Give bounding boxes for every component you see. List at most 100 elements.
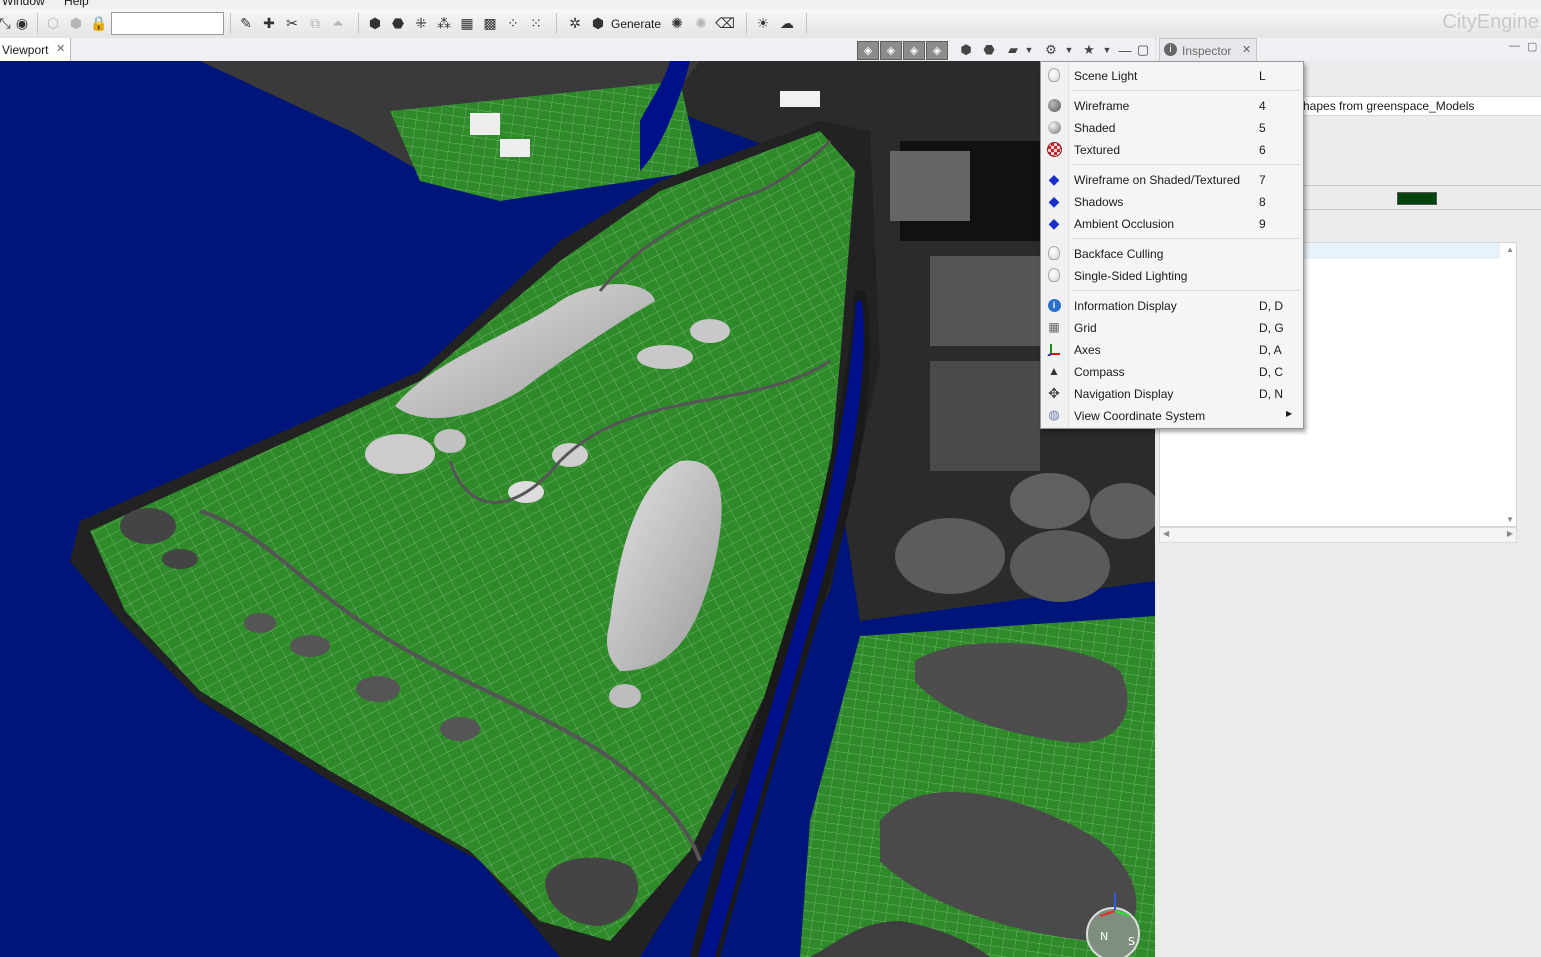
shape-icon[interactable]: ⬢ xyxy=(366,14,384,32)
generate-icon[interactable]: ⬢ xyxy=(589,14,607,32)
viewport-3d[interactable]: N S xyxy=(0,61,1155,957)
menu-item-shaded[interactable]: Shaded 5 xyxy=(1041,116,1303,138)
pond xyxy=(690,319,730,343)
pit xyxy=(244,613,276,633)
frame-icon[interactable]: ⬣ xyxy=(980,41,998,59)
scroll-left-icon[interactable]: ◀ xyxy=(1163,529,1169,538)
star-icon[interactable]: ★ xyxy=(1080,41,1098,59)
cube-icon[interactable]: ⬢ xyxy=(67,14,85,32)
rule-icon[interactable]: ✲ xyxy=(566,14,584,32)
select-tool-icon[interactable]: ⤡ xyxy=(0,14,14,32)
generate-button[interactable]: Generate xyxy=(611,17,661,31)
menu-item-single-sided-lighting[interactable]: Single-Sided Lighting xyxy=(1041,264,1303,286)
menu-item-shadows[interactable]: ◆ Shadows 8 xyxy=(1041,190,1303,212)
close-icon[interactable]: ✕ xyxy=(56,42,65,55)
menu-window[interactable]: Window xyxy=(2,0,45,8)
lots-icon[interactable]: ▩ xyxy=(481,14,499,32)
menu-item-textured[interactable]: Textured 6 xyxy=(1041,138,1303,160)
building-white xyxy=(470,113,500,135)
toolbar-separator xyxy=(37,13,38,34)
refresh-icon[interactable]: ◉ xyxy=(13,14,31,32)
pond xyxy=(434,429,466,453)
menu-item-wireframe-on-shaded[interactable]: ◆ Wireframe on Shaded/Textured 7 xyxy=(1041,168,1303,190)
pit xyxy=(440,717,480,741)
layer-icon[interactable]: ⬡ xyxy=(44,14,62,32)
reset-icon[interactable]: ✺ xyxy=(692,14,710,32)
menu-item-scene-light[interactable]: Scene Light L xyxy=(1041,64,1303,86)
blocks-icon[interactable]: ▦ xyxy=(458,14,476,32)
chevron-down-icon[interactable]: ▼ xyxy=(1020,41,1038,59)
tab-viewport[interactable]: Viewport ✕ xyxy=(0,38,71,61)
split-icon[interactable]: ✂ xyxy=(283,14,301,32)
globe-icon: ◍ xyxy=(1048,407,1060,422)
inspector-tabbar: i Inspector ✕ — ▢ xyxy=(1157,38,1541,62)
submenu-arrow-icon: ▶ xyxy=(1286,409,1293,418)
lock-icon[interactable]: 🔒 xyxy=(90,14,108,32)
camera-bookmark-icon[interactable]: ⬢ xyxy=(957,41,975,59)
axes-icon xyxy=(1046,341,1062,357)
textured-mode-icon[interactable]: ◈ xyxy=(903,41,925,60)
toolbar-separator xyxy=(358,13,359,34)
minimize-icon[interactable]: — xyxy=(1116,41,1134,59)
pit xyxy=(290,635,330,657)
add-vertex-icon[interactable]: ✚ xyxy=(260,14,278,32)
menu-item-ambient-occlusion[interactable]: ◆ Ambient Occlusion 9 xyxy=(1041,212,1303,234)
align-icon[interactable]: ⁘ xyxy=(504,14,522,32)
menu-item-wireframe[interactable]: Wireframe 4 xyxy=(1041,94,1303,116)
horizontal-scrollbar[interactable]: ◀ ▶ xyxy=(1159,527,1517,543)
network-icon[interactable]: ⁂ xyxy=(435,14,453,32)
close-icon[interactable]: ✕ xyxy=(1242,43,1251,56)
bulb-icon xyxy=(1046,67,1062,83)
shaded-mode-icon[interactable]: ◈ xyxy=(880,41,902,60)
scroll-down-icon[interactable]: ▼ xyxy=(1506,515,1514,524)
compass-icon xyxy=(1086,907,1140,957)
textured-sphere-icon xyxy=(1046,141,1062,157)
blue-cube-icon: ◆ xyxy=(1048,170,1060,187)
chevron-down-icon[interactable]: ▼ xyxy=(1060,41,1078,59)
edit-shape-icon[interactable]: ✎ xyxy=(237,14,255,32)
minimize-icon[interactable]: — xyxy=(1509,40,1520,52)
menubar: Window Help xyxy=(0,0,1541,9)
maximize-icon[interactable]: ▢ xyxy=(1527,40,1537,53)
street-grid-icon[interactable]: ⁜ xyxy=(412,14,430,32)
update-seed-icon[interactable]: ✺ xyxy=(668,14,686,32)
menu-item-backface-culling[interactable]: Backface Culling xyxy=(1041,242,1303,264)
wire-on-shaded-icon[interactable]: ◈ xyxy=(926,41,948,60)
toolbar-separator xyxy=(746,13,747,34)
menu-item-compass[interactable]: ▲ Compass D, C xyxy=(1041,360,1303,382)
menu-help[interactable]: Help xyxy=(64,0,89,8)
info-icon: i xyxy=(1164,43,1177,56)
gear-icon[interactable]: ⚙ xyxy=(1042,41,1060,59)
sun-icon[interactable]: ☀ xyxy=(754,14,772,32)
building xyxy=(930,256,1040,346)
offset-icon[interactable]: ⧉ xyxy=(306,14,324,32)
bulb-icon xyxy=(1046,267,1062,283)
tank xyxy=(1010,530,1110,602)
inspector-tab-label: Inspector xyxy=(1182,44,1232,58)
menu-item-navigation-display[interactable]: ✥ Navigation Display D, N xyxy=(1041,382,1303,404)
toolbar-separator xyxy=(556,13,557,34)
menu-item-view-coordinate-system[interactable]: ◍ View Coordinate System ▶ xyxy=(1041,404,1303,426)
cleanup-icon[interactable]: ⌫ xyxy=(715,14,735,32)
cloud-icon[interactable]: ☁ xyxy=(778,14,796,32)
info-icon: i xyxy=(1046,297,1062,313)
extrude-icon[interactable]: ⏶ xyxy=(329,14,347,32)
maximize-icon[interactable]: ▢ xyxy=(1134,41,1152,59)
pit xyxy=(162,549,198,569)
block-icon[interactable]: ⬣ xyxy=(389,14,407,32)
scene-render: N S xyxy=(0,61,1155,957)
menu-item-grid[interactable]: ▦ Grid D, G xyxy=(1041,316,1303,338)
wireframe-mode-icon[interactable]: ◈ xyxy=(857,41,879,60)
scroll-right-icon[interactable]: ▶ xyxy=(1507,529,1513,538)
clean-icon[interactable]: ⁙ xyxy=(527,14,545,32)
search-input[interactable] xyxy=(111,12,224,35)
color-swatch[interactable] xyxy=(1397,192,1437,205)
compass-label: N xyxy=(1100,930,1108,943)
scroll-up-icon[interactable]: ▲ xyxy=(1506,245,1514,254)
menu-item-information-display[interactable]: i Information Display D, D xyxy=(1041,294,1303,316)
menu-item-axes[interactable]: Axes D, A xyxy=(1041,338,1303,360)
tab-inspector[interactable]: i Inspector ✕ xyxy=(1159,38,1257,62)
chevron-down-icon[interactable]: ▼ xyxy=(1098,41,1116,59)
menu-separator xyxy=(1072,238,1300,239)
inspector-rule-field[interactable]: hapes from greenspace_Models xyxy=(1297,96,1541,116)
